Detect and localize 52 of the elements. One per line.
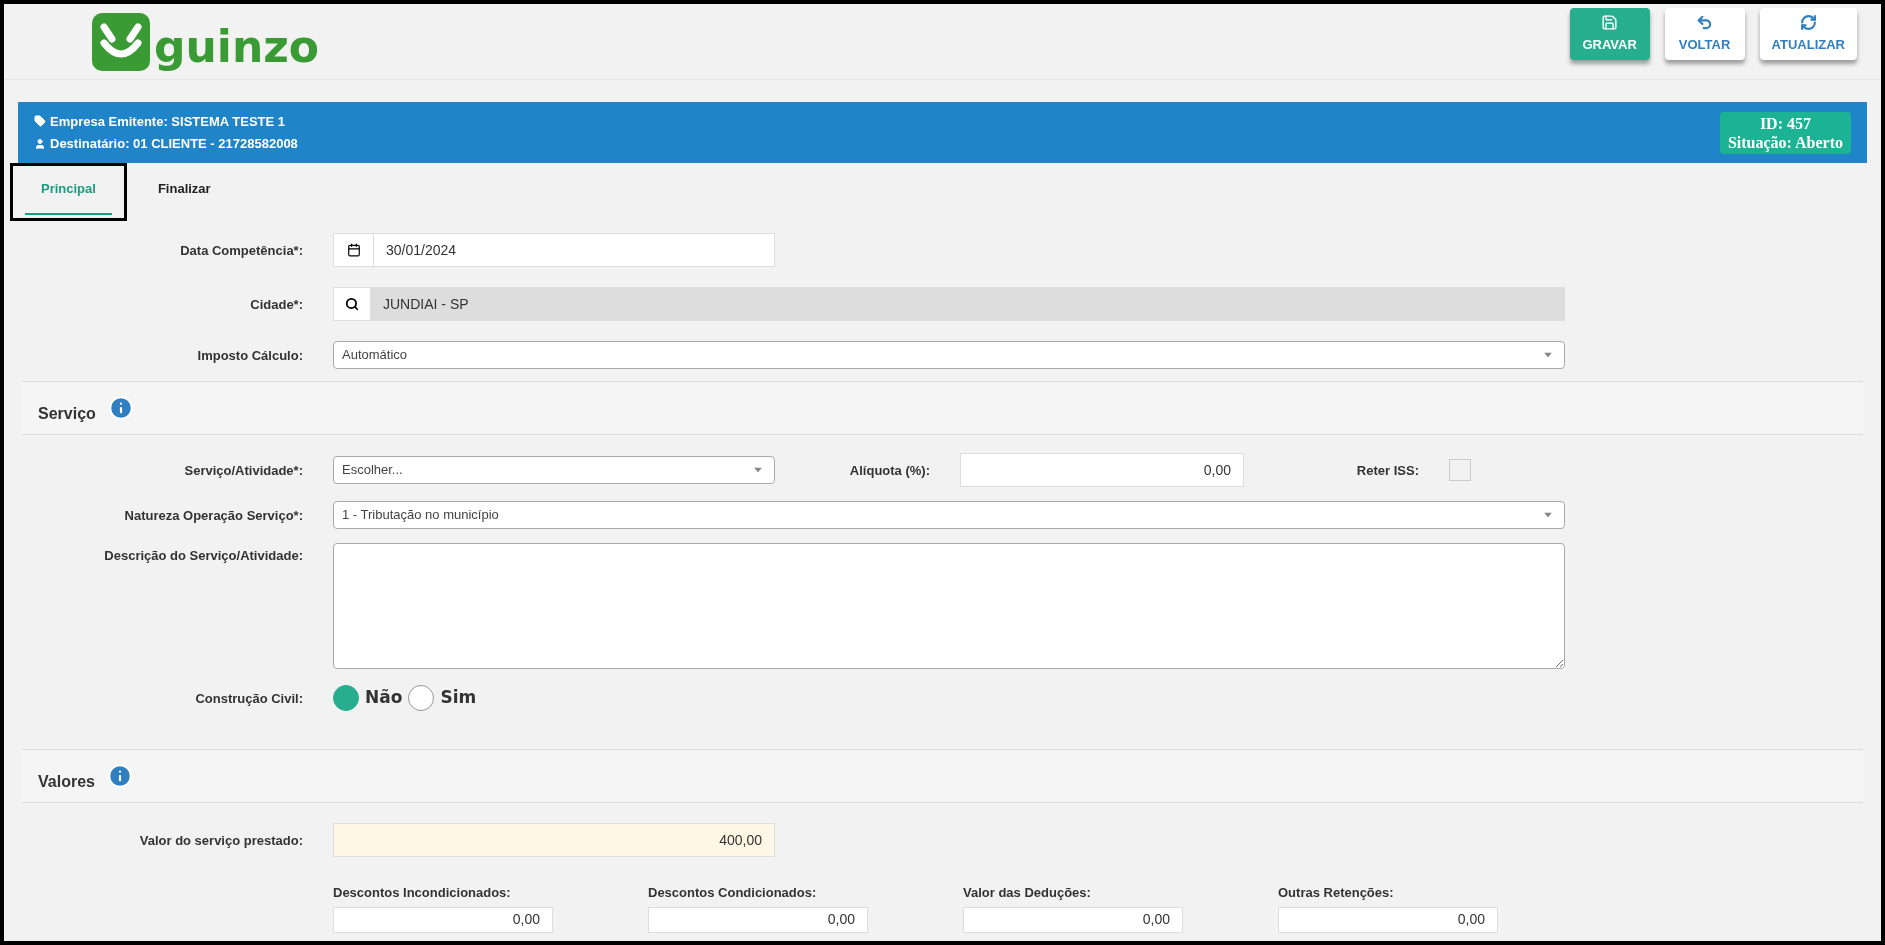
issuer-text: Empresa Emitente: SISTEMA TESTE 1 [50,112,286,131]
checkbox[interactable] [1449,459,1471,481]
nature-select[interactable]: 1 - Tributação no município [333,501,1565,529]
section-title: Valores [38,772,95,792]
toolbar-button[interactable]: ATUALIZAR [1759,8,1857,60]
radio-button[interactable] [333,685,359,711]
field-label: Valor das Deduções: [963,884,1092,902]
caret-icon [1544,512,1552,518]
service-value-field[interactable]: 400,00 [333,823,775,857]
field-label: Imposto Cálculo: [197,348,303,363]
save-icon [1601,13,1619,31]
activity-select[interactable]: Escolher... [333,456,775,484]
status-badge: ID: 457 Situação: Aberto [1719,111,1851,154]
date-field[interactable]: 30/01/2024 [333,233,775,267]
field-label: Alíquota (%): [849,463,930,478]
user-icon [34,137,46,150]
amount-field[interactable]: 0,00 [333,906,553,933]
tab[interactable]: Finalizar [126,163,242,221]
caret-icon [1544,352,1552,358]
field-label: Descrição do Serviço/Atividade: [104,548,303,563]
field-label: Data Competência*: [180,243,303,258]
field-label: Serviço/Atividade*: [184,463,303,478]
radio-label: Não [365,686,403,710]
info-icon [106,763,133,789]
field-label: Descontos Condicionados: [648,884,818,902]
undo-arrow-icon [1696,13,1714,31]
caret-icon [754,467,762,473]
field-label: Natureza Operação Serviço*: [124,508,303,523]
amount-field[interactable]: 0,00 [963,906,1183,933]
tax-calc-select[interactable]: Automático [333,341,1565,369]
toolbar-button[interactable]: VOLTAR [1664,8,1745,60]
radio-label: Sim [440,686,477,710]
smile-logo-icon [92,12,150,71]
calendar-icon [346,243,361,257]
search-icon [345,297,359,311]
field-label: Cidade*: [250,297,303,312]
recipient-text: Destinatário: 01 CLIENTE - 21728582008 [50,135,298,153]
tag-icon [34,115,46,128]
field-label: Descontos Incondicionados: [333,884,512,902]
info-icon [107,395,134,421]
field-label: Outras Retenções: [1278,884,1395,902]
amount-field[interactable]: 0,00 [1278,906,1498,933]
field-label: Construção Civil: [195,691,303,706]
amount-field[interactable]: 0,00 [648,906,868,933]
section-title: Serviço [38,404,96,424]
refresh-icon [1799,13,1817,31]
logo-text: guinzo [154,24,320,71]
field-label: Valor do serviço prestado: [139,833,303,848]
field-label: Reter ISS: [1356,463,1419,478]
rate-field[interactable]: 0,00 [960,453,1244,487]
city-field[interactable]: JUNDIAI - SP [333,287,1565,321]
radio-button[interactable] [408,685,435,711]
